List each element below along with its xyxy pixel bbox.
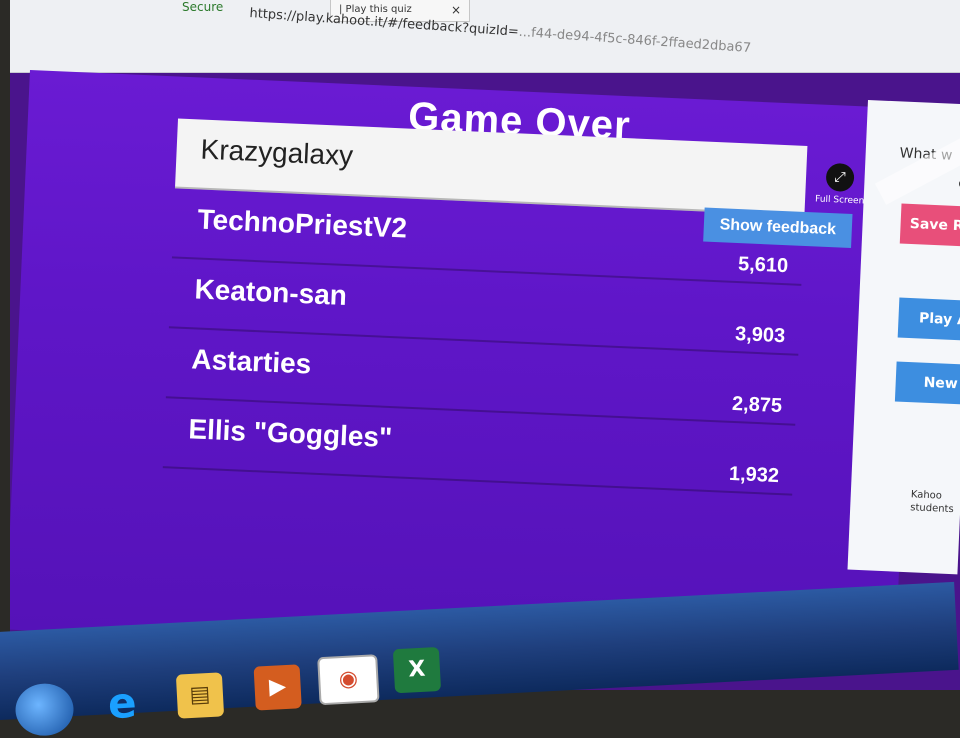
play-again-button[interactable]: Play A [897,297,960,342]
fullscreen-icon[interactable]: ⤢ [825,162,855,193]
player-name: Keaton-san [193,273,348,312]
player-name: TechnoPriestV2 [196,203,408,244]
player-score: 1,932 [728,462,780,488]
secure-indicator: Secure [182,0,224,14]
new-game-button[interactable]: New [894,361,960,406]
url-rest: ...f44-de94-4f5c-846f-2ffaed2dba67 [518,24,752,57]
player-score: 3,903 [734,323,786,348]
media-player-icon[interactable]: ▶ [253,664,302,711]
save-results-button[interactable]: Save Res [899,203,960,248]
player-score: 2,875 [731,392,783,418]
leaderboard: Krazygalaxy TechnoPriestV2 5,610 Keaton-… [162,118,853,496]
address-bar[interactable]: https://play.kahoot.it/#/feedback?quizId… [249,6,752,56]
player-name: Ellis "Goggles" [187,413,393,454]
player-name: Astarties [190,343,312,380]
start-orb-icon[interactable] [14,682,75,738]
fullscreen-label: Full Screen [814,194,865,207]
monitor-screen: | Play this quiz × Secure https://play.k… [10,0,960,690]
excel-icon[interactable]: X [392,646,442,694]
chrome-icon[interactable]: ◉ [317,654,380,706]
close-icon[interactable]: × [451,3,461,17]
player-name: Krazygalaxy [200,133,354,172]
file-explorer-icon[interactable]: ▤ [175,672,225,719]
footer-text: students [910,502,954,516]
player-score: 5,610 [737,253,789,278]
kahoot-app: Game Over ⤢ Full Screen Krazygalaxy Tech… [10,70,920,669]
show-feedback-button[interactable]: Show feedback [703,207,853,248]
browser-toolbar: | Play this quiz × Secure https://play.k… [10,0,960,73]
side-footer: Kahoo students [910,488,955,516]
